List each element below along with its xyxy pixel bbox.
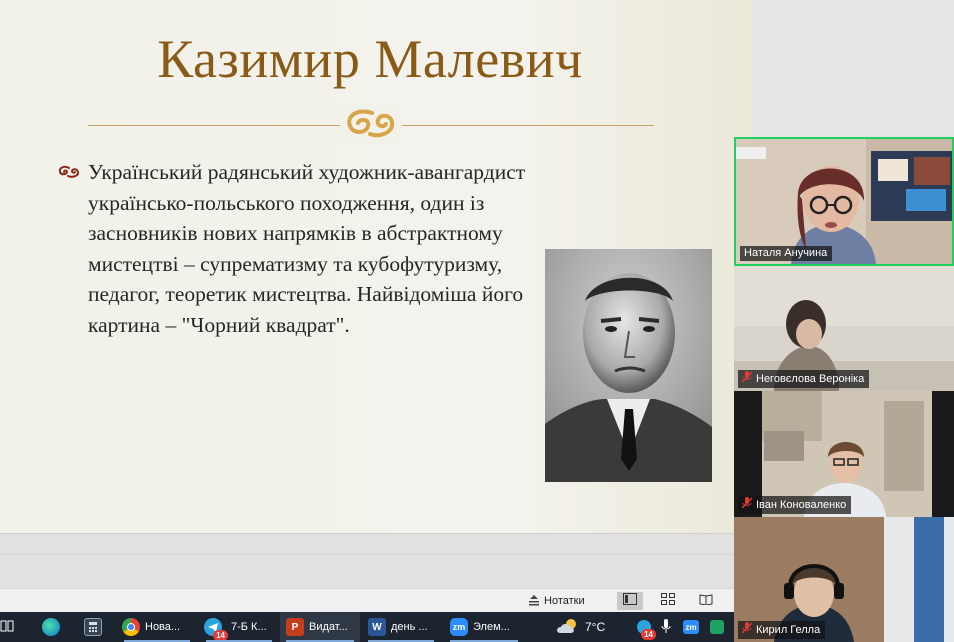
notes-label: Нотатки — [544, 595, 585, 607]
participant-name: Іван Коноваленко — [756, 498, 847, 511]
microphone-icon — [661, 618, 671, 636]
notes-icon — [528, 594, 540, 609]
participant-name-tag: Іван Коноваленко — [738, 496, 852, 514]
normal-view-icon — [623, 592, 637, 610]
taskbar-item-label: Видат... — [309, 621, 348, 633]
participant-name: Неговєлова Вероніка — [756, 372, 865, 385]
screen: Казимир Малевич Український радянський х… — [0, 0, 954, 642]
pane-divider — [0, 554, 752, 555]
weather-temperature: 7°C — [585, 620, 606, 634]
tray-app-button[interactable] — [706, 612, 728, 642]
taskbar-item-label: 7-Б К... — [231, 621, 267, 633]
slide-canvas: Казимир Малевич Український радянський х… — [0, 0, 752, 533]
participant-name-tag: Наталя Анучина — [740, 246, 833, 261]
participant-tile[interactable]: Іван Коноваленко — [734, 391, 954, 517]
normal-view-button[interactable] — [617, 592, 643, 610]
taskbar-item-label: Элем... — [473, 621, 510, 633]
telegram-tray-button[interactable]: 14 — [634, 612, 656, 642]
taskbar-item-word[interactable]: W день ... — [362, 612, 440, 642]
zoom-icon: zm — [450, 618, 468, 636]
participant-tile[interactable]: Наталя Анучина — [734, 137, 954, 266]
telegram-tray-icon: 14 — [637, 620, 656, 640]
participant-tile[interactable]: Неговєлова Вероніка — [734, 266, 954, 391]
taskbar-item-zoom[interactable]: zm Элем... — [444, 612, 524, 642]
microphone-tray-button[interactable] — [658, 612, 674, 642]
portrait-image — [545, 249, 712, 482]
reading-view-icon — [699, 592, 713, 610]
calculator-icon — [84, 618, 102, 636]
participant-name-tag: Неговєлова Вероніка — [738, 370, 870, 388]
participant-name: Кирил Гелла — [756, 623, 821, 636]
participant-tile[interactable]: Кирил Гелла — [734, 517, 954, 642]
slide-sorter-button[interactable] — [655, 592, 681, 610]
notes-button[interactable]: Нотатки — [528, 592, 585, 610]
reading-view-button[interactable] — [693, 592, 719, 610]
weather-widget[interactable]: 7°C — [556, 612, 620, 642]
tray-app-icon — [710, 620, 724, 634]
edge-icon — [42, 618, 60, 636]
participant-name: Наталя Анучина — [744, 247, 828, 259]
muted-mic-icon — [741, 497, 753, 512]
word-icon: W — [368, 618, 386, 636]
zoom-tray-button[interactable]: zm — [680, 612, 702, 642]
powerpoint-icon: P — [286, 618, 304, 636]
slide-title: Казимир Малевич — [157, 29, 583, 89]
calculator-button[interactable] — [80, 612, 106, 642]
weather-cloud-icon — [556, 617, 580, 638]
taskbar-item-powerpoint[interactable]: P Видат... — [280, 612, 360, 642]
slide-body-text: Український радянський художник-авангард… — [88, 160, 526, 337]
task-view-button[interactable] — [0, 612, 22, 642]
muted-mic-icon — [741, 622, 753, 637]
status-bar: Нотатки — [0, 588, 752, 612]
muted-mic-icon — [741, 371, 753, 386]
flourish-bullet-icon — [57, 164, 81, 185]
taskbar-item-label: день ... — [391, 621, 428, 633]
tray-unread-badge: 14 — [641, 629, 656, 640]
taskbar-item-label: Нова... — [145, 621, 181, 633]
slide-sorter-icon — [661, 592, 675, 610]
chrome-icon — [122, 618, 140, 636]
edge-button[interactable] — [36, 612, 66, 642]
taskbar-item-chrome[interactable]: Нова... — [118, 612, 196, 642]
participant-name-tag: Кирил Гелла — [738, 621, 826, 639]
telegram-icon: 14 — [204, 618, 228, 641]
flourish-divider-icon — [340, 104, 402, 144]
slide-pane-margin — [752, 0, 954, 140]
taskbar-item-telegram[interactable]: 14 7-Б К... — [200, 612, 278, 642]
zoom-tray-icon: zm — [683, 620, 699, 634]
task-view-icon — [0, 619, 14, 636]
